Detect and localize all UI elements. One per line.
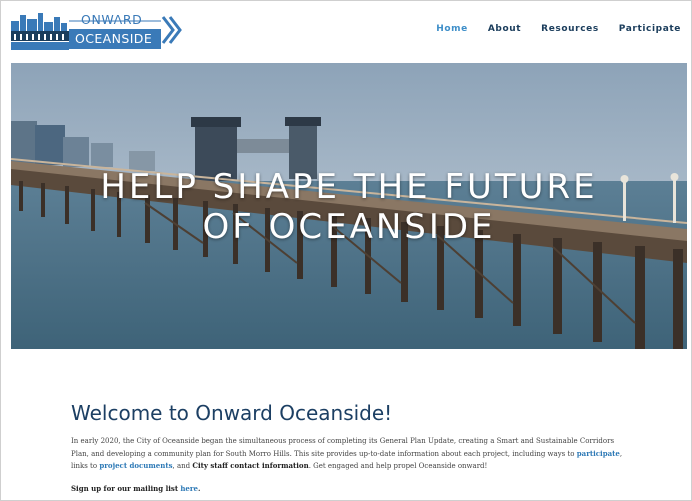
hero-title-line-1: HELP SHAPE THE FUTURE bbox=[100, 167, 598, 207]
logo-text-oceanside: OCEANSIDE bbox=[69, 29, 161, 49]
signup-here-link[interactable]: here bbox=[180, 484, 198, 493]
hero-title-line-2: OF OCEANSIDE bbox=[202, 207, 496, 247]
onward-oceanside-logo[interactable]: ONWARD OCEANSIDE bbox=[11, 11, 183, 51]
intro-text: In early 2020, the City of Oceanside beg… bbox=[71, 437, 615, 458]
nav-resources[interactable]: Resources bbox=[541, 24, 599, 34]
contact-info-text: City staff contact information bbox=[192, 461, 309, 470]
page-frame: ONWARD OCEANSIDE Home About Resources Pa… bbox=[0, 0, 692, 501]
welcome-intro: In early 2020, the City of Oceanside beg… bbox=[71, 435, 631, 473]
hero-banner: HELP SHAPE THE FUTURE OF OCEANSIDE bbox=[11, 63, 687, 349]
hero-title: HELP SHAPE THE FUTURE OF OCEANSIDE bbox=[11, 167, 687, 247]
site-header: ONWARD OCEANSIDE Home About Resources Pa… bbox=[1, 1, 691, 63]
mailing-list-signup: Sign up for our mailing list here. bbox=[71, 483, 631, 496]
intro-sep-2: , and bbox=[172, 462, 191, 470]
logo-text-onward: ONWARD bbox=[81, 12, 143, 27]
intro-closing: . Get engaged and help propel Oceanside … bbox=[308, 462, 488, 470]
project-documents-link[interactable]: project documents bbox=[99, 461, 172, 470]
signup-text: Sign up for our mailing list bbox=[71, 483, 179, 493]
main-nav: Home About Resources Participate bbox=[436, 24, 681, 34]
nav-home[interactable]: Home bbox=[436, 24, 468, 34]
participate-link[interactable]: participate bbox=[577, 449, 620, 458]
welcome-heading: Welcome to Onward Oceanside! bbox=[71, 401, 393, 425]
signup-end: . bbox=[198, 483, 201, 493]
welcome-section: Welcome to Onward Oceanside! In early 20… bbox=[71, 401, 631, 500]
nav-participate[interactable]: Participate bbox=[619, 24, 681, 34]
nav-about[interactable]: About bbox=[488, 24, 521, 34]
